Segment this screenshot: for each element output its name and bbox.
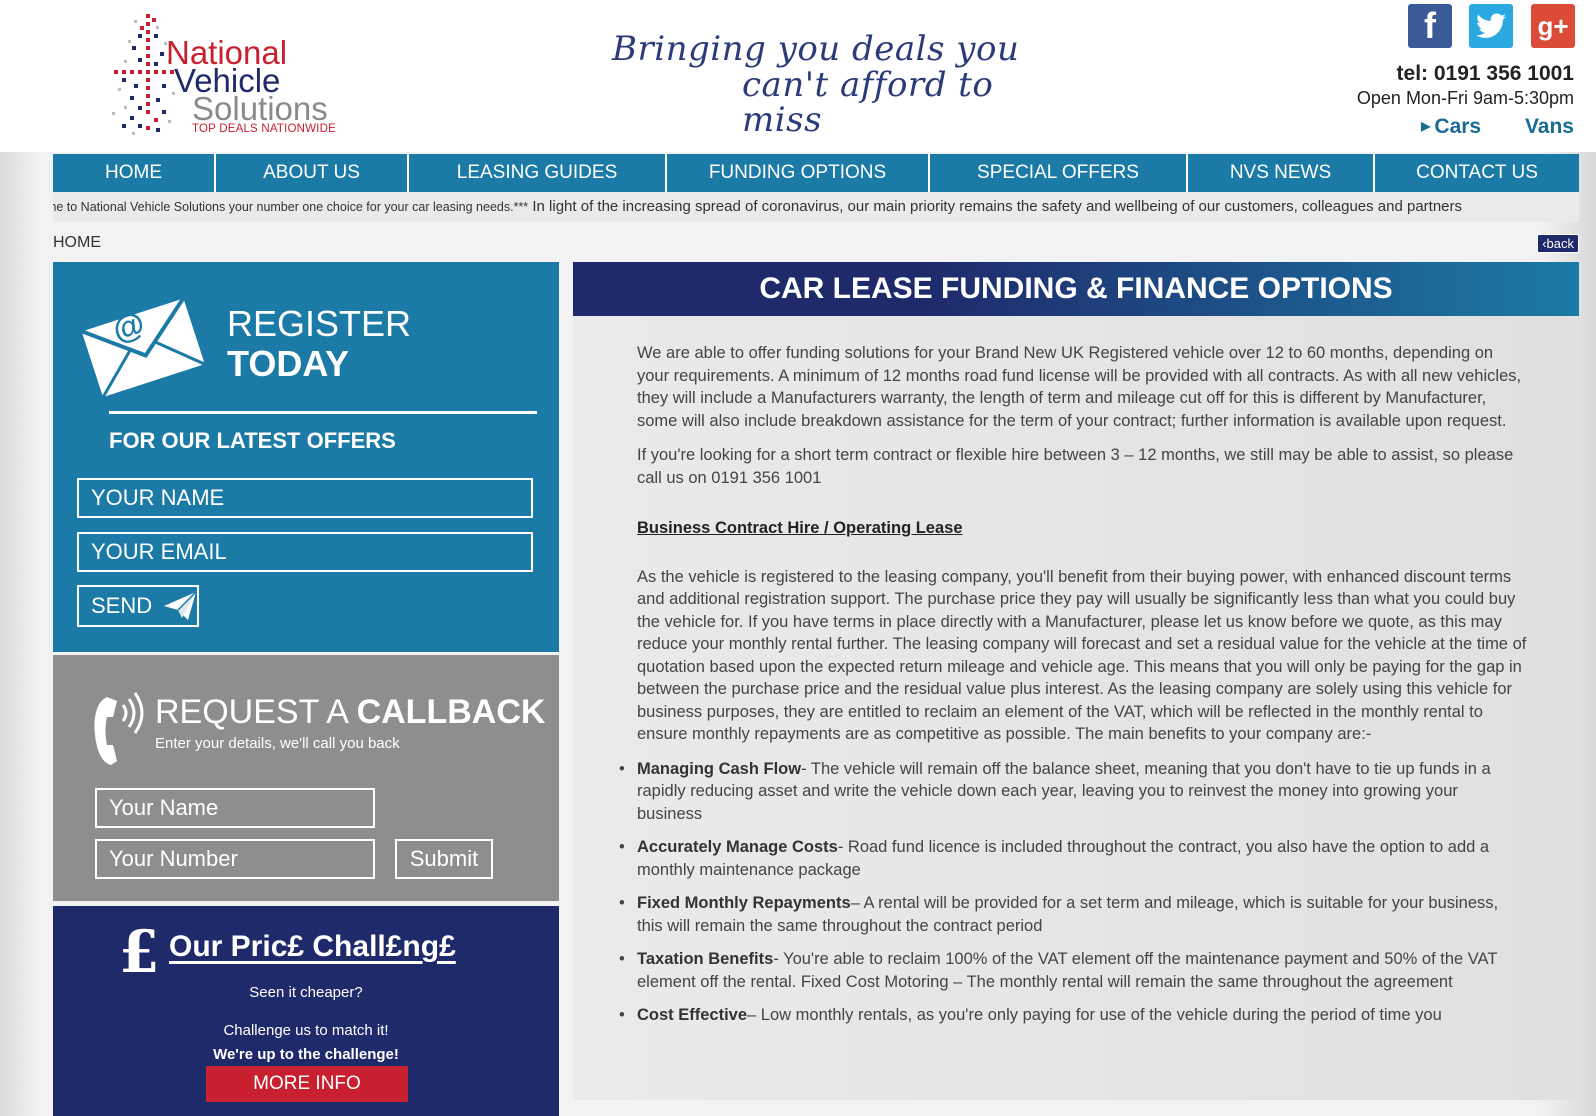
price-challenge-title[interactable]: Our Pric£ Chall£ng£ [169,930,456,964]
site-logo[interactable]: National Vehicle Solutions TOP DEALS NAT… [108,12,378,140]
intro-paragraph: We are able to offer funding solutions f… [637,344,1522,430]
twitter-icon[interactable] [1469,4,1513,48]
register-email-input[interactable] [77,532,533,572]
cars-link-label: Cars [1434,115,1482,138]
page: National Vehicle Solutions TOP DEALS NAT… [0,0,1596,1116]
main-nav: HOME ABOUT US LEASING GUIDES FUNDING OPT… [53,154,1579,192]
register-subtitle: FOR OUR LATEST OFFERS [109,428,396,453]
benefit-title: Accurately Manage Costs [637,838,838,856]
breadcrumb: HOME ‹back [53,226,1579,256]
benefit-title: Fixed Monthly Repayments [637,894,851,912]
price-challenge-panel: £ Our Pric£ Chall£ng£ Seen it cheaper? C… [53,906,559,1116]
nav-about-us[interactable]: ABOUT US [216,154,409,192]
list-item: Taxation Benefits- You're able to reclai… [619,948,1527,993]
paper-plane-icon [164,592,197,620]
phone-icon [94,692,144,765]
list-item: Fixed Monthly Repayments– A rental will … [619,892,1527,937]
list-item: Cost Effective– Low monthly rentals, as … [619,1004,1527,1027]
nav-special-offers[interactable]: SPECIAL OFFERS [930,154,1188,192]
callback-number-input[interactable] [95,839,375,879]
callback-panel: REQUEST A CALLBACK Enter your details, w… [53,655,559,901]
slogan-line-2: can't afford to miss [742,64,994,141]
register-panel: @ REGISTER TODAY FOR OUR LATEST OFFERS S… [53,262,559,652]
benefit-text: – Low monthly rentals, as you're only pa… [747,1006,1442,1024]
article-body: We are able to offer funding solutions f… [619,342,1527,1038]
callback-title: REQUEST A CALLBACK [155,693,545,732]
callback-title-bold: CALLBACK [356,693,546,731]
benefit-title: Managing Cash Flow [637,759,802,778]
section-heading: Business Contract Hire / Operating Lease [637,519,963,537]
site-header: National Vehicle Solutions TOP DEALS NAT… [0,0,1596,152]
logo-text-solutions: Solutions [192,90,328,127]
slogan-line-1: Bringing you deals you [612,29,1020,69]
nav-funding-options[interactable]: FUNDING OPTIONS [667,154,930,192]
news-ticker: ome to National Vehicle Solutions your n… [53,192,1579,222]
price-challenge-line3: We're up to the challenge! [213,1046,399,1063]
opening-hours: Open Mon-Fri 9am-5:30pm [1356,88,1574,108]
google-plus-icon[interactable]: g+ [1531,4,1575,48]
facebook-icon[interactable]: f [1408,4,1452,48]
nav-home[interactable]: HOME [53,154,216,192]
callback-name-input[interactable] [95,788,375,828]
caret-right-icon: ▶ [1421,119,1431,133]
price-challenge-line2: Challenge us to match it! [223,1022,389,1039]
email-envelope-icon: @ [79,294,205,401]
back-button[interactable]: ‹back [1537,234,1579,253]
list-item: Accurately Manage Costs- Road fund licen… [619,836,1527,881]
register-title: REGISTER TODAY [227,304,411,384]
benefit-title: Taxation Benefits [637,950,774,968]
short-term-paragraph: If you're looking for a short term contr… [637,446,1514,487]
cars-link[interactable]: ▶ Cars [1421,115,1481,139]
callback-title-light: REQUEST A [155,693,357,731]
register-title-line2: TODAY [227,343,350,384]
nav-contact-us[interactable]: CONTACT US [1375,154,1579,192]
nav-nvs-news[interactable]: NVS NEWS [1188,154,1375,192]
list-item: Managing Cash Flow- The vehicle will rem… [619,758,1527,826]
contract-hire-paragraph: As the vehicle is registered to the leas… [637,567,1527,744]
breadcrumb-home[interactable]: HOME [53,234,101,252]
pound-icon: £ [119,918,160,986]
price-challenge-line1: Seen it cheaper? [249,984,363,1001]
ticker-text-1: ome to National Vehicle Solutions your n… [53,200,529,214]
benefits-list: Managing Cash Flow- The vehicle will rem… [619,758,1527,1027]
nav-leasing-guides[interactable]: LEASING GUIDES [409,154,667,192]
logo-tagline: TOP DEALS NATIONWIDE [192,123,336,135]
callback-submit-button[interactable]: Submit [395,839,493,879]
register-name-input[interactable] [77,478,533,518]
more-info-button[interactable]: MORE INFO [206,1066,408,1102]
register-send-button[interactable]: SEND [77,585,199,627]
header-slogan: Bringing you deals you can't afford to m… [612,29,1032,141]
telephone-number[interactable]: tel: 0191 356 1001 [1397,62,1574,86]
main-content: CAR LEASE FUNDING & FINANCE OPTIONS We a… [573,262,1579,1100]
vans-link[interactable]: Vans [1525,115,1574,139]
page-title: CAR LEASE FUNDING & FINANCE OPTIONS [573,262,1579,316]
send-button-label: SEND [91,593,153,618]
category-links: ▶ Cars Vans [1421,115,1574,139]
callback-subtitle: Enter your details, we'll call you back [155,735,400,752]
register-divider [109,411,537,414]
ticker-text-2: In light of the increasing spread of cor… [532,198,1463,215]
register-title-line1: REGISTER [227,303,412,344]
benefit-title: Cost Effective [637,1006,748,1024]
